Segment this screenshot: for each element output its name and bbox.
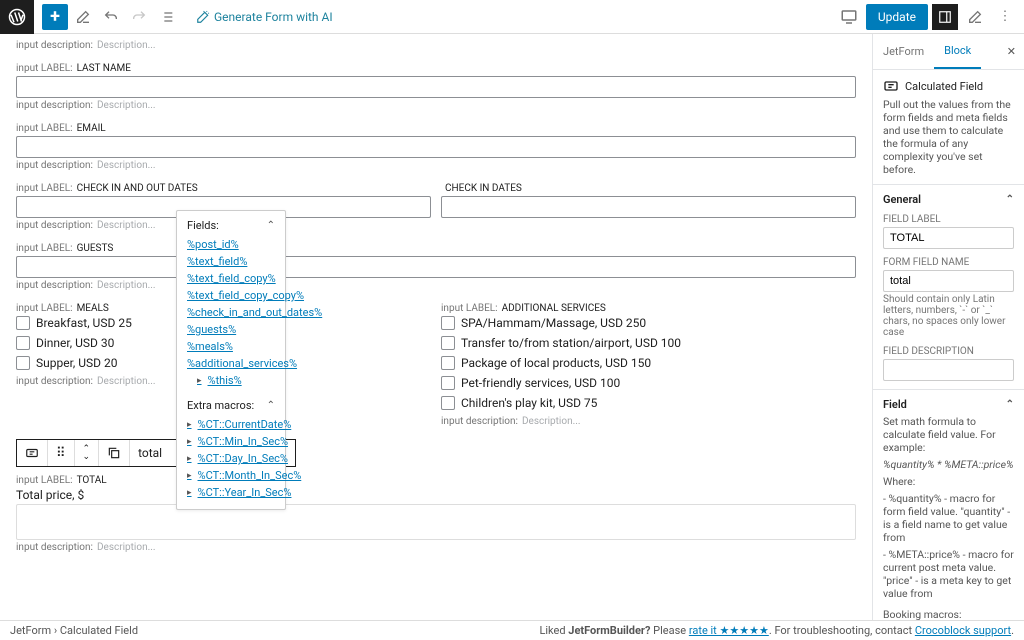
chevron-up-icon: ⌃ [1006, 194, 1014, 205]
magic-wand-icon [196, 10, 210, 24]
service-option[interactable]: Pet-friendly services, USD 100 [441, 376, 856, 390]
extra-macro[interactable]: %CT::CurrentDate% [187, 418, 275, 431]
macro-field[interactable]: %guests% [187, 323, 275, 336]
extra-macro[interactable]: %CT::Year_In_Sec% [187, 486, 275, 499]
style-icon[interactable] [962, 4, 988, 30]
macro-field[interactable]: %additional_services% [187, 357, 275, 370]
formula-help-text: Set math formula to calculate field valu… [883, 415, 1014, 454]
checkbox-icon [441, 356, 455, 370]
macro-field[interactable]: %post_id% [187, 238, 275, 251]
panel-general[interactable]: General⌃ [883, 193, 1014, 206]
breadcrumb[interactable]: JetForm › Calculated Field [10, 624, 138, 637]
preview-icon[interactable] [836, 4, 862, 30]
tab-jetform[interactable]: JetForm [873, 35, 934, 68]
block-title: Calculated Field [905, 80, 983, 93]
edit-mode-icon[interactable] [70, 4, 96, 30]
where-label: Where: [883, 475, 1014, 488]
add-block-button[interactable]: + [42, 4, 68, 30]
editor-canvas: input description:Description... input L… [0, 34, 872, 620]
extra-macro[interactable]: %CT::Day_In_Sec% [187, 452, 275, 465]
field-block-guests: input LABEL:GUESTS input description:Des… [16, 243, 856, 291]
footer-text: Liked JetFormBuilder? Please rate it ★★★… [539, 624, 1014, 637]
macro-field[interactable]: %text_field% [187, 255, 275, 268]
macro-field[interactable]: %meals% [187, 340, 275, 353]
kebab-icon[interactable]: ⋮ [992, 4, 1018, 30]
field-description-input[interactable] [883, 359, 1014, 381]
move-arrows-icon[interactable]: ⌃⌄ [75, 440, 100, 466]
undo-icon[interactable] [98, 4, 124, 30]
chevron-up-icon: ⌃ [267, 400, 275, 411]
copy-icon[interactable] [99, 440, 130, 466]
where-text: - %META::price% - macro for current post… [883, 548, 1014, 600]
extra-macro[interactable]: %CT::Min_In_Sec% [187, 435, 275, 448]
macro-field[interactable]: %text_field_copy% [187, 272, 275, 285]
email-input[interactable] [16, 136, 856, 158]
total-price-label: Total price, $ [16, 488, 856, 502]
top-toolbar-left: + Generate Form with AI [0, 0, 333, 34]
service-option[interactable]: Children's play kit, USD 75 [441, 396, 856, 410]
form-field-name-input[interactable] [883, 270, 1014, 292]
checkbox-icon [16, 356, 30, 370]
service-option[interactable]: SPA/Hammam/Massage, USD 250 [441, 316, 856, 330]
list-view-icon[interactable] [154, 4, 180, 30]
checkbox-icon [16, 336, 30, 350]
block-type-icon[interactable] [17, 440, 48, 466]
checkbox-icon [441, 376, 455, 390]
update-button[interactable]: Update [866, 4, 928, 30]
macro-field[interactable]: %this% [197, 374, 275, 387]
field-block-email: input LABEL:EMAIL input description:Desc… [16, 123, 856, 171]
service-option[interactable]: Transfer to/from station/airport, USD 10… [441, 336, 856, 350]
where-text: - %quantity% - macro for form field valu… [883, 492, 1014, 544]
extra-macro[interactable]: %CT::Month_In_Sec% [187, 469, 275, 482]
formula-example: %quantity% * %META::price% [883, 458, 1014, 471]
rate-link[interactable]: rate it ★★★★★ [689, 624, 769, 637]
generate-ai-label: Generate Form with AI [214, 10, 333, 24]
checkbox-icon [16, 316, 30, 330]
calculated-field-icon [883, 78, 899, 94]
macro-field[interactable]: %check_in_and_out_dates% [187, 306, 275, 319]
popover-fields-head[interactable]: Fields:⌃ [187, 219, 275, 232]
guests-input[interactable] [16, 256, 856, 278]
settings-sidebar: JetForm Block ✕ Calculated Field Pull ou… [872, 34, 1024, 620]
booking-label: Booking macros: [883, 608, 1014, 620]
bottom-bar: JetForm › Calculated Field Liked JetForm… [0, 620, 1024, 640]
top-toolbar-right: Update ⋮ [836, 4, 1024, 30]
block-description: Pull out the values from the form fields… [883, 98, 1014, 176]
top-toolbar: + Generate Form with AI Update ⋮ [0, 0, 1024, 34]
label-field-description: FIELD DESCRIPTION [883, 346, 1014, 357]
close-sidebar-icon[interactable]: ✕ [999, 45, 1024, 58]
support-link[interactable]: Crocoblock support [915, 624, 1011, 637]
macro-field[interactable]: %text_field_copy_copy% [187, 289, 275, 302]
service-option[interactable]: Package of local products, USD 150 [441, 356, 856, 370]
field-block-meals-services: input LABEL:MEALS Breakfast, USD 25 Dinn… [16, 303, 856, 427]
checkbox-icon [441, 396, 455, 410]
last-name-input[interactable] [16, 76, 856, 98]
field-block-last-name: input LABEL:LAST NAME input description:… [16, 63, 856, 111]
field-block-dates: input LABEL:CHECK IN AND OUT DATES input… [16, 183, 856, 231]
field-block-total: input LABEL:TOTAL Total price, $ input d… [16, 475, 856, 553]
form-field-name-help: Should contain only Latin letters, numbe… [883, 294, 1014, 338]
generate-ai-button[interactable]: Generate Form with AI [196, 10, 333, 24]
checkbox-icon [441, 336, 455, 350]
label-field-label: FIELD LABEL [883, 214, 1014, 225]
checkbox-icon [441, 316, 455, 330]
drag-handle-icon[interactable]: ⠿ [48, 440, 75, 466]
redo-icon[interactable] [126, 4, 152, 30]
chevron-up-icon: ⌃ [1006, 399, 1014, 410]
total-formula-area[interactable] [16, 504, 856, 540]
popover-macros-head[interactable]: Extra macros:⌃ [187, 399, 275, 412]
label-form-field-name: FORM FIELD NAME [883, 257, 1014, 268]
tab-block[interactable]: Block [934, 34, 981, 69]
panel-field[interactable]: Field⌃ [883, 398, 1014, 411]
field-label-input[interactable] [883, 227, 1014, 249]
macros-popover: Fields:⌃ %post_id% %text_field% %text_fi… [176, 210, 286, 510]
settings-panel-toggle[interactable] [932, 4, 958, 30]
field-block: input description:Description... [16, 40, 856, 51]
check-in-dates-input[interactable] [441, 196, 856, 218]
chevron-up-icon: ⌃ [267, 220, 275, 231]
wp-logo-button[interactable] [0, 0, 34, 34]
